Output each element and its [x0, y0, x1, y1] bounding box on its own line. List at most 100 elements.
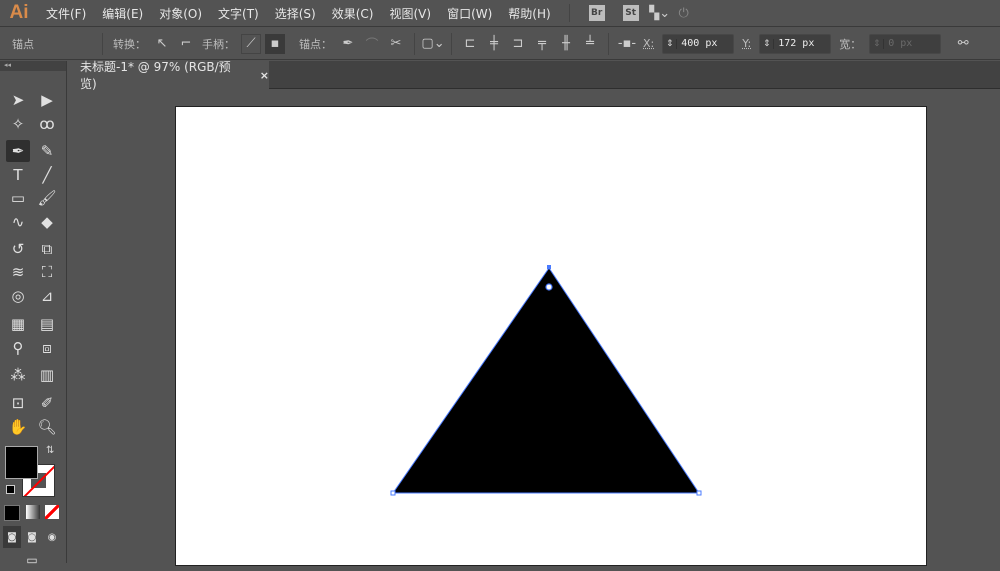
draw-normal-icon[interactable]: ◙ [3, 526, 21, 548]
document-tab[interactable]: 未标题-1* @ 97% (RGB/预览) × [70, 60, 269, 91]
line-tool-icon[interactable]: ╱ [35, 164, 59, 186]
workspace-layout-icon[interactable]: ▚⌄ [649, 3, 670, 23]
menu-file[interactable]: 文件(F) [38, 5, 94, 22]
default-colors-icon[interactable] [6, 485, 15, 494]
free-transform-tool-icon[interactable]: ⛶ [35, 261, 59, 283]
artwork-layer [390, 265, 702, 496]
hide-handles-icon[interactable]: ▪ [265, 33, 285, 54]
width-tool-icon[interactable]: ≋ [6, 261, 30, 283]
column-graph-tool-icon[interactable]: ▥ [35, 364, 59, 386]
convert-smooth-icon[interactable]: ⌐ [176, 34, 196, 54]
document-tab-bar: 未标题-1* @ 97% (RGB/预览) × [70, 60, 1000, 91]
pen-tool-icon[interactable]: ✒ [6, 140, 30, 162]
menu-help[interactable]: 帮助(H) [500, 5, 558, 22]
blend-tool-icon[interactable]: ⧈ [35, 337, 59, 359]
width-field[interactable]: ⇕ 0 px [869, 33, 942, 54]
artboard-tool-icon[interactable]: ⊡ [6, 392, 30, 414]
menu-select[interactable]: 选择(S) [267, 5, 324, 22]
align-vcenter-icon[interactable]: ╫ [556, 34, 576, 54]
canvas[interactable] [70, 90, 1000, 566]
anchor-point-right[interactable] [696, 490, 702, 496]
align-top-icon[interactable]: ╤ [532, 34, 552, 54]
fill-swatch[interactable] [5, 446, 38, 479]
triangle-shape[interactable] [392, 267, 700, 494]
none-mode-button[interactable] [45, 505, 59, 519]
connect-anchor-icon[interactable]: ⌒ [362, 34, 382, 54]
menu-type[interactable]: 文字(T) [210, 5, 267, 22]
y-field[interactable]: ⇕ 172 px [759, 33, 832, 54]
gradient-mode-button[interactable] [26, 505, 40, 519]
shape-builder-tool-icon[interactable]: ◎ [6, 285, 30, 307]
align-to-icon[interactable]: ▢⌄ [421, 34, 444, 54]
color-mode-button[interactable] [4, 505, 20, 521]
shaper-tool-icon[interactable]: ∿ [6, 211, 30, 233]
eraser-tool-icon[interactable]: ◆ [35, 211, 59, 233]
panel-collapse-icon[interactable]: ◂◂ [0, 61, 66, 71]
reference-point-icon[interactable]: -▪- [617, 34, 637, 54]
y-value[interactable]: 172 px [774, 38, 830, 49]
menu-object[interactable]: 对象(O) [151, 5, 210, 22]
gradient-tool-icon[interactable]: ▤ [35, 313, 59, 335]
remove-anchor-icon[interactable]: ✒ [338, 34, 358, 54]
app-logo: Ai [9, 2, 29, 23]
perspective-grid-tool-icon[interactable]: ⊿ [35, 285, 59, 307]
screen-mode-icon[interactable]: ▭ [20, 549, 44, 571]
selection-type-label: 锚点 [12, 37, 34, 51]
convert-label: 转换： [113, 37, 146, 51]
type-tool-icon[interactable]: T [6, 164, 30, 186]
direct-selection-tool-icon[interactable]: ▶ [35, 89, 59, 111]
width-label: 宽： [839, 37, 862, 51]
rectangle-tool-icon[interactable]: ▭ [6, 187, 30, 209]
anchor-point-top[interactable] [547, 265, 551, 269]
curvature-tool-icon[interactable]: ✎ [35, 140, 59, 162]
handles-label: 手柄： [202, 37, 235, 51]
constrain-proportions-icon[interactable]: ⚯ [953, 34, 973, 54]
scale-tool-icon[interactable]: ⧉ [35, 238, 59, 260]
tools-panel: ◂◂ ➤ ▶ ✧ ꝏ ✒ ✎ T ╱ ▭ 🖌︎ ∿ ◆ ↺ ⧉ ≋ ⛶ ◎ ⊿ … [0, 61, 67, 567]
mesh-tool-icon[interactable]: ▦ [6, 313, 30, 335]
hand-tool-icon[interactable]: ✋ [6, 416, 30, 438]
menu-bar: Ai 文件(F) 编辑(E) 对象(O) 文字(T) 选择(S) 效果(C) 视… [0, 0, 1000, 27]
draw-inside-icon[interactable]: ◉ [43, 526, 61, 548]
y-label: Y: [742, 37, 752, 50]
draw-behind-icon[interactable]: ◙ [23, 526, 41, 548]
selection-tool-icon[interactable]: ➤ [6, 89, 30, 111]
paintbrush-tool-icon[interactable]: 🖌︎ [35, 187, 59, 209]
width-stepper[interactable]: ⇕ [870, 38, 885, 49]
menu-window[interactable]: 窗口(W) [439, 5, 500, 22]
menu-view[interactable]: 视图(V) [381, 5, 439, 22]
align-hcenter-icon[interactable]: ╪ [484, 34, 504, 54]
document-tab-title: 未标题-1* @ 97% (RGB/预览) [80, 60, 231, 91]
live-corner-widget[interactable] [545, 283, 553, 291]
x-value[interactable]: 400 px [677, 38, 733, 49]
align-right-icon[interactable]: ⊐ [508, 34, 528, 54]
close-tab-icon[interactable]: × [260, 69, 269, 82]
stock-button[interactable]: St [622, 5, 639, 21]
symbol-sprayer-tool-icon[interactable]: ⁂ [6, 364, 30, 386]
zoom-tool-icon[interactable]: 🔍︎ [35, 416, 59, 438]
magic-wand-tool-icon[interactable]: ✧ [6, 113, 30, 135]
x-label: X: [643, 37, 655, 50]
bridge-button[interactable]: Br [588, 5, 605, 21]
slice-tool-icon[interactable]: ✐ [35, 392, 59, 414]
eyedropper-tool-icon[interactable]: ⚲ [6, 337, 30, 359]
convert-corner-icon[interactable]: ↖ [152, 34, 172, 54]
gpu-performance-icon[interactable]: ⏻ [674, 3, 694, 23]
anchor-point-left[interactable] [390, 490, 396, 496]
swap-fill-stroke-icon[interactable]: ⇅ [46, 445, 54, 456]
lasso-tool-icon[interactable]: ꝏ [35, 113, 59, 135]
align-bottom-icon[interactable]: ╧ [580, 34, 600, 54]
rotate-tool-icon[interactable]: ↺ [6, 238, 30, 260]
width-value[interactable]: 0 px [884, 38, 940, 49]
align-left-icon[interactable]: ⊏ [460, 34, 480, 54]
cut-path-icon[interactable]: ✂ [386, 34, 406, 54]
divider [568, 4, 570, 22]
control-bar: 锚点 转换： ↖ ⌐ 手柄： ⟋ ▪ 锚点： ✒ ⌒ ✂ ▢⌄ ⊏ ╪ ⊐ ╤ … [0, 28, 1000, 60]
menu-edit[interactable]: 编辑(E) [94, 5, 151, 22]
show-handles-icon[interactable]: ⟋ [241, 33, 261, 54]
menu-effect[interactable]: 效果(C) [324, 5, 382, 22]
x-stepper[interactable]: ⇕ [663, 38, 678, 49]
x-field[interactable]: ⇕ 400 px [662, 33, 735, 54]
y-stepper[interactable]: ⇕ [760, 38, 775, 49]
anchors-label: 锚点： [299, 37, 332, 51]
